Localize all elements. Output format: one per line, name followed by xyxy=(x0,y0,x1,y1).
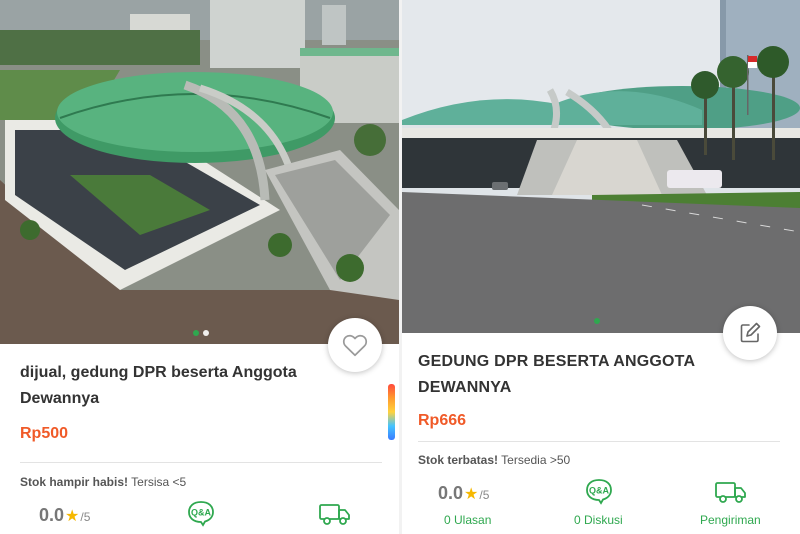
rating-value: 0.0 xyxy=(438,483,464,503)
carousel-indicator xyxy=(193,330,209,336)
divider xyxy=(20,462,382,463)
right-product-card: GEDUNG DPR BESERTA ANGGOTA DEWANNYA Rp66… xyxy=(402,0,800,534)
star-icon: ★ xyxy=(464,486,479,503)
rating-max: /5 xyxy=(479,488,490,502)
product-price: Rp666 xyxy=(418,412,467,429)
stock-warning: Stok hampir habis! xyxy=(20,475,129,489)
heart-icon xyxy=(342,334,368,357)
star-icon: ★ xyxy=(65,508,80,525)
product-title: dijual, gedung DPR beserta Anggota Dewan… xyxy=(20,364,297,407)
carousel-indicator xyxy=(594,318,600,324)
stock-detail: Tersedia >50 xyxy=(501,453,571,467)
aerial-building-photo xyxy=(0,0,399,344)
shipping-label[interactable]: Pengiriman xyxy=(700,513,761,527)
wishlist-button[interactable] xyxy=(328,318,382,372)
rating-max: /5 xyxy=(80,510,91,524)
side-color-strip xyxy=(388,384,395,440)
product-title: GEDUNG DPR BESERTA ANGGOTA DEWANNYA xyxy=(418,353,695,396)
stock-warning: Stok terbatas! xyxy=(418,453,499,467)
stock-info: Stok terbatas! Tersedia >50 xyxy=(418,453,570,467)
qa-icon: Q&A xyxy=(586,479,612,505)
carousel-dot[interactable] xyxy=(193,330,199,336)
carousel-dot[interactable] xyxy=(203,330,209,336)
truck-icon xyxy=(319,504,350,525)
discussion-button[interactable]: Q&A xyxy=(584,477,614,510)
divider xyxy=(418,441,780,442)
rating-summary[interactable]: 0.0 ★ /5 xyxy=(438,483,489,504)
svg-text:Q&A: Q&A xyxy=(191,508,212,518)
reviews-count[interactable]: 0 Ulasan xyxy=(444,513,491,527)
discussion-count[interactable]: 0 Diskusi xyxy=(574,513,623,527)
shipping-button[interactable] xyxy=(714,480,748,509)
qa-icon: Q&A xyxy=(188,501,214,527)
product-price: Rp500 xyxy=(20,425,69,442)
right-product-photo[interactable] xyxy=(402,0,800,333)
svg-text:Q&A: Q&A xyxy=(589,486,610,496)
left-product-photo[interactable] xyxy=(0,0,399,344)
left-product-card: dijual, gedung DPR beserta Anggota Dewan… xyxy=(0,0,399,534)
front-building-photo xyxy=(402,0,800,333)
edit-button[interactable] xyxy=(723,306,777,360)
carousel-dot[interactable] xyxy=(594,318,600,324)
shipping-button[interactable] xyxy=(318,502,352,531)
discussion-button[interactable]: Q&A xyxy=(186,499,216,532)
rating-summary[interactable]: 0.0 ★ /5 xyxy=(39,505,90,526)
stock-detail: Tersisa <5 xyxy=(131,475,187,489)
edit-icon xyxy=(740,322,761,343)
truck-icon xyxy=(715,482,746,503)
stock-info: Stok hampir habis! Tersisa <5 xyxy=(20,475,186,489)
rating-value: 0.0 xyxy=(39,505,65,525)
